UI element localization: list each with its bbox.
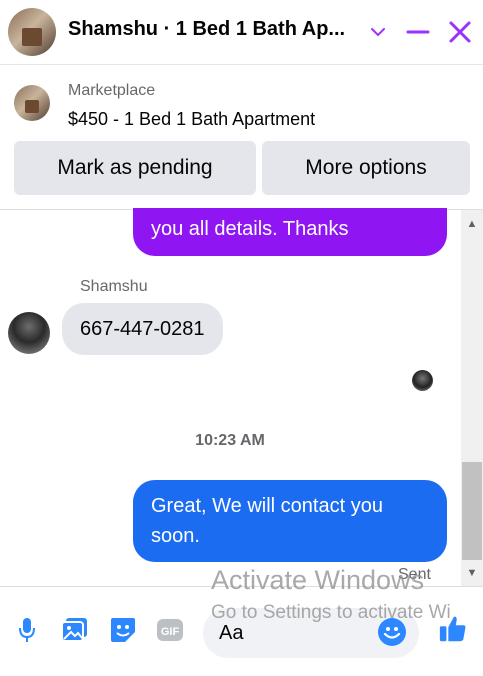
photo-icon[interactable] — [60, 615, 90, 645]
scroll-up-icon[interactable]: ▲ — [461, 213, 483, 235]
chat-title[interactable]: Shamshu · 1 Bed 1 Bath Ap... — [68, 18, 368, 41]
minimize-icon[interactable] — [404, 18, 432, 46]
seen-indicator-avatar — [412, 370, 433, 391]
listing-thumbnail[interactable] — [14, 85, 50, 121]
mark-as-pending-button[interactable]: Mark as pending — [14, 141, 256, 195]
outgoing-message[interactable]: Great, We will contact you soon. — [133, 480, 447, 562]
gif-icon[interactable]: GIF — [155, 615, 185, 645]
activate-windows-watermark: Activate Windows — [211, 565, 425, 595]
outgoing-message[interactable]: you all details. Thanks — [133, 208, 447, 256]
gif-label: GIF — [161, 626, 180, 638]
chevron-down-icon[interactable] — [364, 18, 392, 46]
scrollbar-thumb[interactable] — [462, 462, 482, 560]
avatar[interactable] — [8, 312, 50, 354]
more-options-button[interactable]: More options — [262, 141, 470, 195]
incoming-message[interactable]: 667-447-0281 — [62, 303, 223, 355]
sticker-icon[interactable] — [108, 615, 138, 645]
scroll-down-icon[interactable]: ▼ — [461, 562, 483, 584]
activate-windows-subtext: Go to Settings to activate Wi — [211, 602, 451, 623]
sender-name: Shamshu — [80, 278, 148, 295]
listing-title[interactable]: $450 - 1 Bed 1 Bath Apartment — [68, 109, 315, 130]
microphone-icon[interactable] — [12, 615, 42, 645]
marketplace-label: Marketplace — [68, 82, 156, 99]
message-timestamp: 10:23 AM — [195, 432, 265, 449]
listing-avatar[interactable] — [8, 8, 56, 56]
close-icon[interactable] — [446, 18, 474, 46]
